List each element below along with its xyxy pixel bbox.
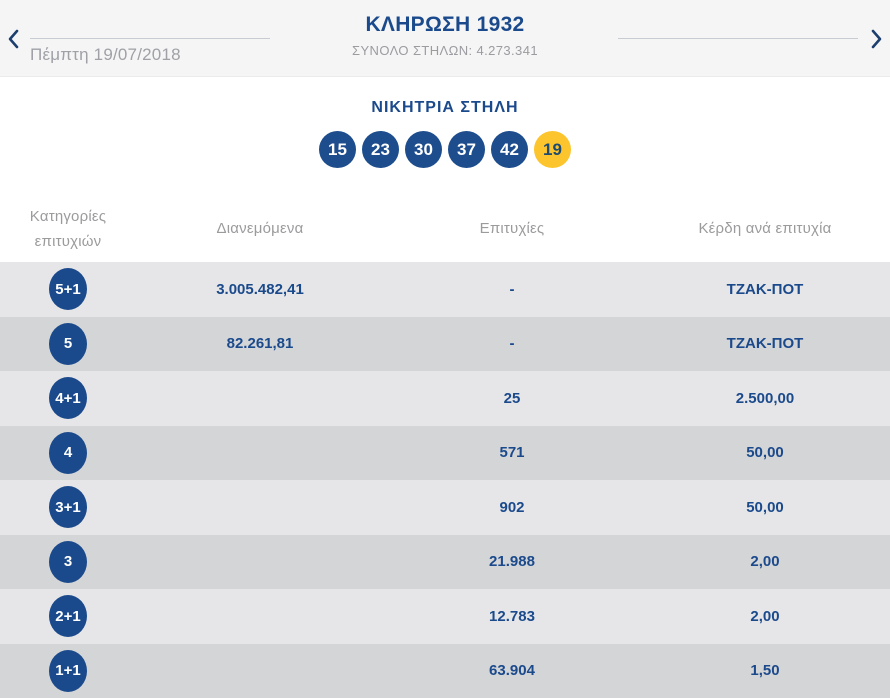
wins-count: - (509, 280, 515, 298)
prize-per-win: 2,00 (750, 607, 780, 625)
winning-column-section: ΝΙΚΗΤΡΙΑ ΣΤΗΛΗ 15 23 30 37 42 19 (0, 77, 890, 196)
draw-title: ΚΛΗΡΩΣΗ 1932 (365, 13, 525, 36)
next-draw-button[interactable] (865, 28, 887, 50)
wins-count: 63.904 (489, 662, 535, 680)
table-row: 2+1 12.783 2,00 (0, 589, 890, 644)
column-header-prize: Κέρδη ανά επιτυχία (698, 220, 832, 238)
winning-number-ball: 30 (405, 131, 442, 168)
column-header-categories: Κατηγορίες επιτυχιών (29, 207, 107, 251)
category-badge: 2+1 (49, 595, 87, 638)
category-badge: 1+1 (49, 649, 87, 692)
results-table: Κατηγορίες επιτυχιών Διανεμόμενα Επιτυχί… (0, 196, 890, 698)
winning-number-ball: 15 (319, 131, 356, 168)
wins-count: - (509, 335, 515, 353)
distributed-amount: 3.005.482,41 (216, 280, 304, 298)
category-badge: 3+1 (49, 486, 87, 529)
table-row: 3+1 902 50,00 (0, 480, 890, 535)
category-badge: 4+1 (49, 377, 87, 420)
wins-count: 12.783 (489, 607, 535, 625)
category-badge: 3 (49, 540, 87, 583)
winning-number-ball: 37 (448, 131, 485, 168)
table-row: 1+1 63.904 1,50 (0, 643, 890, 698)
chevron-right-icon (865, 28, 887, 50)
table-row: 4 571 50,00 (0, 425, 890, 480)
joker-number-ball: 19 (534, 131, 571, 168)
wins-count: 21.988 (489, 553, 535, 571)
prize-per-win: 50,00 (746, 498, 784, 516)
winning-number-ball: 23 (362, 131, 399, 168)
prize-per-win: ΤΖΑΚ-ΠΟΤ (726, 280, 804, 298)
prize-per-win: 1,50 (750, 662, 780, 680)
prize-per-win: 50,00 (746, 444, 784, 462)
wins-count: 571 (499, 444, 525, 462)
table-row: 5+1 3.005.482,41 - ΤΖΑΚ-ΠΟΤ (0, 262, 890, 317)
results-table-body: 5+1 3.005.482,41 - ΤΖΑΚ-ΠΟΤ 5 82.261,81 … (0, 262, 890, 698)
results-table-header: Κατηγορίες επιτυχιών Διανεμόμενα Επιτυχί… (0, 196, 890, 262)
header-divider-right (618, 38, 858, 39)
prize-per-win: 2.500,00 (735, 389, 795, 407)
table-row: 4+1 25 2.500,00 (0, 371, 890, 426)
category-badge: 5+1 (49, 268, 87, 311)
wins-count: 902 (499, 498, 525, 516)
joker-draw-results-page: Πέμπτη 19/07/2018 ΚΛΗΡΩΣΗ 1932 ΣΥΝΟΛΟ ΣΤ… (0, 0, 890, 698)
table-row: 3 21.988 2,00 (0, 534, 890, 589)
distributed-amount: 82.261,81 (226, 335, 294, 353)
wins-count: 25 (503, 389, 521, 407)
draw-columns-total: ΣΥΝΟΛΟ ΣΤΗΛΩΝ: 4.273.341 (352, 43, 538, 58)
table-row: 5 82.261,81 - ΤΖΑΚ-ΠΟΤ (0, 316, 890, 371)
column-header-distributed: Διανεμόμενα (216, 220, 304, 238)
winning-column-title: ΝΙΚΗΤΡΙΑ ΣΤΗΛΗ (371, 99, 519, 116)
winning-numbers: 15 23 30 37 42 19 (0, 131, 890, 168)
category-badge: 5 (49, 322, 87, 365)
draw-header: Πέμπτη 19/07/2018 ΚΛΗΡΩΣΗ 1932 ΣΥΝΟΛΟ ΣΤ… (0, 0, 890, 77)
prize-per-win: 2,00 (750, 553, 780, 571)
header-divider-left (30, 38, 270, 39)
winning-number-ball: 42 (491, 131, 528, 168)
prize-per-win: ΤΖΑΚ-ΠΟΤ (726, 335, 804, 353)
column-header-wins: Επιτυχίες (479, 220, 545, 238)
category-badge: 4 (49, 431, 87, 474)
